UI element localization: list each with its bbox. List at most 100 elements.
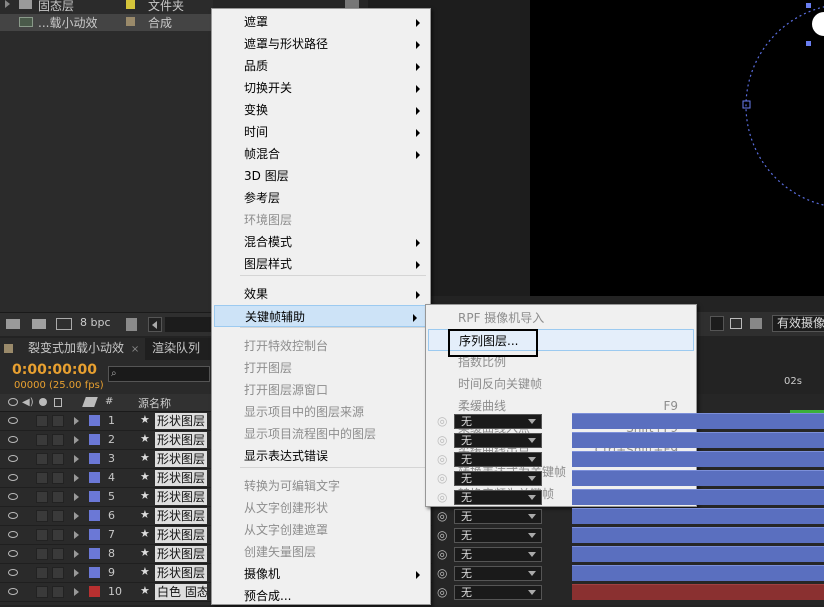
- tab-composition[interactable]: 裂变式加载小动效 ×: [0, 338, 146, 360]
- parent-pickwhip-icon[interactable]: ◎: [437, 490, 447, 504]
- expand-arrow-icon[interactable]: [74, 569, 79, 577]
- column-source-name[interactable]: 源名称: [138, 395, 171, 411]
- parent-dropdown[interactable]: 无: [454, 414, 542, 429]
- context-menu-item[interactable]: 图层样式: [212, 253, 430, 275]
- context-menu-item[interactable]: 参考层: [212, 187, 430, 209]
- eye-icon[interactable]: [8, 569, 18, 576]
- context-menu-item[interactable]: 切换开关: [212, 77, 430, 99]
- layer-name[interactable]: 形状图层: [155, 565, 207, 581]
- eye-icon[interactable]: [8, 512, 18, 519]
- context-menu-item[interactable]: 混合模式: [212, 231, 430, 253]
- expand-arrow-icon[interactable]: [74, 436, 79, 444]
- parent-pickwhip-icon[interactable]: ◎: [437, 547, 447, 561]
- context-menu-item[interactable]: 关键帧辅助: [214, 305, 428, 327]
- expand-arrow-icon[interactable]: [74, 455, 79, 463]
- context-menu-item[interactable]: 摄像机: [212, 563, 430, 585]
- parent-pickwhip-icon[interactable]: ◎: [437, 585, 447, 599]
- current-timecode[interactable]: 0:00:00:00: [12, 362, 97, 378]
- eye-icon[interactable]: [8, 550, 18, 557]
- context-menu-item[interactable]: 遮罩: [212, 11, 430, 33]
- parent-pickwhip-icon[interactable]: ◎: [437, 528, 447, 542]
- lock-toggle[interactable]: [52, 472, 64, 484]
- layer-name[interactable]: 白色 固态: [155, 584, 207, 600]
- solo-toggle[interactable]: [36, 415, 48, 427]
- context-menu-item[interactable]: 显示表达式错误: [212, 445, 430, 467]
- parent-dropdown[interactable]: 无: [454, 566, 542, 581]
- label-color-swatch[interactable]: [89, 510, 100, 521]
- context-menu-item[interactable]: 品质: [212, 55, 430, 77]
- lock-toggle[interactable]: [52, 491, 64, 503]
- layer-name[interactable]: 形状图层: [155, 413, 207, 429]
- solo-toggle[interactable]: [36, 529, 48, 541]
- label-color-swatch[interactable]: [126, 17, 135, 26]
- solo-toggle[interactable]: [36, 491, 48, 503]
- interpret-footage-icon[interactable]: [6, 319, 20, 329]
- layer-duration-bar[interactable]: [572, 565, 824, 581]
- transparency-grid-icon[interactable]: [750, 318, 762, 329]
- expand-arrow-icon[interactable]: [5, 0, 10, 8]
- expand-arrow-icon[interactable]: [74, 550, 79, 558]
- eye-icon[interactable]: [8, 436, 18, 443]
- parent-pickwhip-icon[interactable]: ◎: [437, 566, 447, 580]
- layer-name[interactable]: 形状图层: [155, 432, 207, 448]
- layer-duration-bar[interactable]: [572, 432, 824, 448]
- eye-icon[interactable]: [8, 474, 18, 481]
- context-menu-item[interactable]: 遮罩与形状路径: [212, 33, 430, 55]
- parent-pickwhip-icon[interactable]: ◎: [437, 433, 447, 447]
- eye-icon[interactable]: [8, 531, 18, 538]
- tab-render-queue[interactable]: 渲染队列: [146, 338, 206, 360]
- layer-name[interactable]: 形状图层: [155, 451, 207, 467]
- layer-duration-bar[interactable]: [572, 527, 824, 543]
- layer-name[interactable]: 形状图层: [155, 546, 207, 562]
- layer-search-input[interactable]: [108, 366, 210, 382]
- parent-dropdown[interactable]: 无: [454, 452, 542, 467]
- label-color-swatch[interactable]: [89, 548, 100, 559]
- parent-pickwhip-icon[interactable]: ◎: [437, 414, 447, 428]
- bpc-toggle[interactable]: 8 bpc: [80, 316, 111, 329]
- context-menu-item[interactable]: 时间: [212, 121, 430, 143]
- lock-toggle[interactable]: [52, 548, 64, 560]
- lock-toggle[interactable]: [52, 434, 64, 446]
- expand-arrow-icon[interactable]: [74, 493, 79, 501]
- solo-toggle[interactable]: [36, 453, 48, 465]
- layer-name[interactable]: 形状图层: [155, 489, 207, 505]
- parent-pickwhip-icon[interactable]: ◎: [437, 471, 447, 485]
- context-menu-item[interactable]: 变换: [212, 99, 430, 121]
- layer-duration-bar[interactable]: [572, 584, 824, 600]
- parent-dropdown[interactable]: 无: [454, 585, 542, 600]
- layer-duration-bar[interactable]: [572, 413, 824, 429]
- parent-pickwhip-icon[interactable]: ◎: [437, 452, 447, 466]
- context-menu-item[interactable]: 帧混合: [212, 143, 430, 165]
- parent-dropdown[interactable]: 无: [454, 490, 542, 505]
- solo-toggle[interactable]: [36, 567, 48, 579]
- lock-toggle[interactable]: [52, 586, 64, 598]
- expand-arrow-icon[interactable]: [74, 531, 79, 539]
- label-color-swatch[interactable]: [89, 491, 100, 502]
- parent-dropdown[interactable]: 无: [454, 433, 542, 448]
- eye-icon[interactable]: [8, 588, 18, 595]
- project-item-comp[interactable]: ...载小动效 合成: [0, 14, 213, 31]
- new-composition-icon[interactable]: [56, 318, 72, 330]
- label-color-swatch[interactable]: [89, 586, 100, 597]
- region-of-interest-icon[interactable]: [730, 318, 742, 329]
- label-color-swatch[interactable]: [89, 529, 100, 540]
- layer-duration-bar[interactable]: [572, 470, 824, 486]
- layer-duration-bar[interactable]: [572, 451, 824, 467]
- solo-toggle[interactable]: [36, 434, 48, 446]
- parent-dropdown[interactable]: 无: [454, 528, 542, 543]
- eye-icon[interactable]: [8, 455, 18, 462]
- eye-icon[interactable]: [8, 417, 18, 424]
- composition-viewer[interactable]: [530, 0, 824, 296]
- context-menu-item[interactable]: 3D 图层: [212, 165, 430, 187]
- layer-name[interactable]: 形状图层: [155, 508, 207, 524]
- path-vertex-handle[interactable]: [806, 3, 811, 8]
- solo-toggle[interactable]: [36, 548, 48, 560]
- layer-duration-bar[interactable]: [572, 546, 824, 562]
- active-camera-dropdown[interactable]: 有效摄像: [772, 315, 824, 332]
- context-menu-item[interactable]: 预合成...: [212, 585, 430, 607]
- solo-toggle[interactable]: [36, 472, 48, 484]
- label-color-swatch[interactable]: [89, 472, 100, 483]
- expand-arrow-icon[interactable]: [74, 474, 79, 482]
- label-color-swatch[interactable]: [89, 434, 100, 445]
- label-color-swatch[interactable]: [89, 453, 100, 464]
